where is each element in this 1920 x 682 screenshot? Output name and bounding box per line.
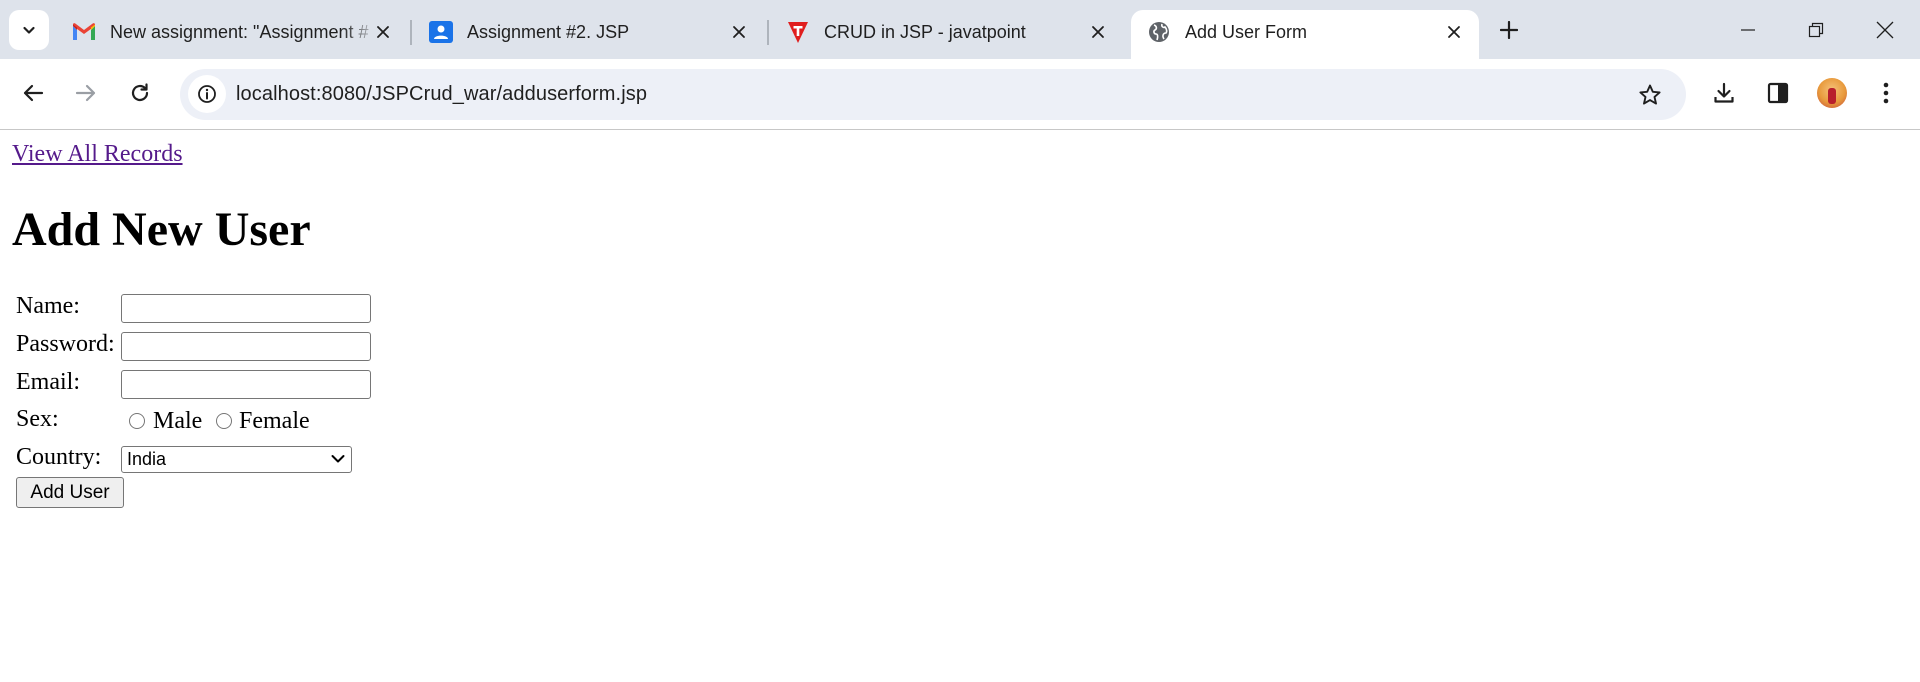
profile-button[interactable] (1814, 75, 1850, 111)
download-icon (1714, 82, 1734, 103)
site-info-button[interactable] (188, 75, 226, 113)
sex-label: Sex: (16, 406, 59, 432)
close-icon[interactable] (727, 20, 751, 44)
password-input[interactable] (121, 332, 371, 361)
tab-title: Add User Form (1185, 22, 1308, 42)
tab-assignment[interactable]: Assignment #2. JSP (413, 10, 763, 59)
arrow-right-icon (75, 84, 96, 102)
page-content: View All Records Add New User Name: Pass… (0, 130, 1920, 682)
reload-button[interactable] (122, 75, 158, 111)
minimize-button[interactable] (1728, 10, 1768, 50)
female-radio[interactable] (216, 413, 232, 429)
javatpoint-icon (786, 20, 810, 44)
reload-icon (131, 83, 149, 102)
downloads-button[interactable] (1706, 75, 1742, 111)
more-vertical-icon (1883, 82, 1889, 104)
chevron-down-icon (331, 455, 345, 463)
email-input[interactable] (121, 370, 371, 399)
arrow-left-icon (23, 84, 44, 102)
bookmark-button[interactable] (1636, 81, 1664, 109)
classroom-icon (429, 20, 453, 44)
view-all-records-link[interactable]: View All Records (12, 141, 183, 168)
avatar (1817, 78, 1847, 108)
country-select[interactable]: India (121, 446, 352, 473)
tab-separator (767, 20, 769, 45)
minimize-icon (1741, 29, 1755, 31)
side-panel-icon (1767, 82, 1789, 104)
country-label: Country: (16, 444, 102, 470)
close-icon[interactable] (1442, 20, 1466, 44)
info-icon (198, 85, 216, 103)
tab-title: New assignment: "Assignment # (110, 22, 369, 42)
password-label: Password: (16, 331, 115, 357)
plus-icon (1500, 21, 1518, 39)
address-bar[interactable]: localhost:8080/JSPCrud_war/adduserform.j… (180, 69, 1686, 120)
male-radio[interactable] (129, 413, 145, 429)
tab-javatpoint[interactable]: CRUD in JSP - javatpoint (770, 10, 1122, 59)
chevron-down-icon (23, 26, 35, 34)
page-title: Add New User (12, 203, 311, 256)
male-radio-label: Male (153, 408, 203, 434)
restore-button[interactable] (1796, 10, 1836, 50)
tab-separator (410, 20, 412, 45)
name-input[interactable] (121, 294, 371, 323)
tab-title: Assignment #2. JSP (467, 22, 630, 42)
browser-toolbar: localhost:8080/JSPCrud_war/adduserform.j… (0, 59, 1920, 130)
email-label: Email: (16, 369, 80, 395)
tab-strip: New assignment: "Assignment # Assignment… (0, 0, 1920, 59)
female-radio-label: Female (239, 408, 310, 434)
tab-title: CRUD in JSP - javatpoint (824, 22, 1026, 42)
country-select-value: India (127, 449, 167, 469)
url-text[interactable]: localhost:8080/JSPCrud_war/adduserform.j… (236, 83, 647, 106)
restore-icon (1808, 22, 1824, 38)
star-icon (1639, 84, 1661, 105)
gmail-icon (72, 20, 96, 44)
close-icon[interactable] (1086, 20, 1110, 44)
globe-icon (1147, 20, 1171, 44)
close-window-button[interactable] (1865, 10, 1905, 50)
tab-gmail[interactable]: New assignment: "Assignment # (56, 10, 408, 59)
new-tab-button[interactable] (1492, 13, 1526, 47)
tab-add-user-form[interactable]: Add User Form (1131, 10, 1479, 59)
add-user-button[interactable]: Add User (16, 477, 124, 508)
menu-button[interactable] (1868, 75, 1904, 111)
side-panel-button[interactable] (1760, 75, 1796, 111)
close-icon (1876, 21, 1894, 39)
back-button[interactable] (15, 75, 51, 111)
tab-search-button[interactable] (9, 10, 49, 50)
forward-button[interactable] (68, 75, 104, 111)
name-label: Name: (16, 293, 80, 319)
close-icon[interactable] (371, 20, 395, 44)
